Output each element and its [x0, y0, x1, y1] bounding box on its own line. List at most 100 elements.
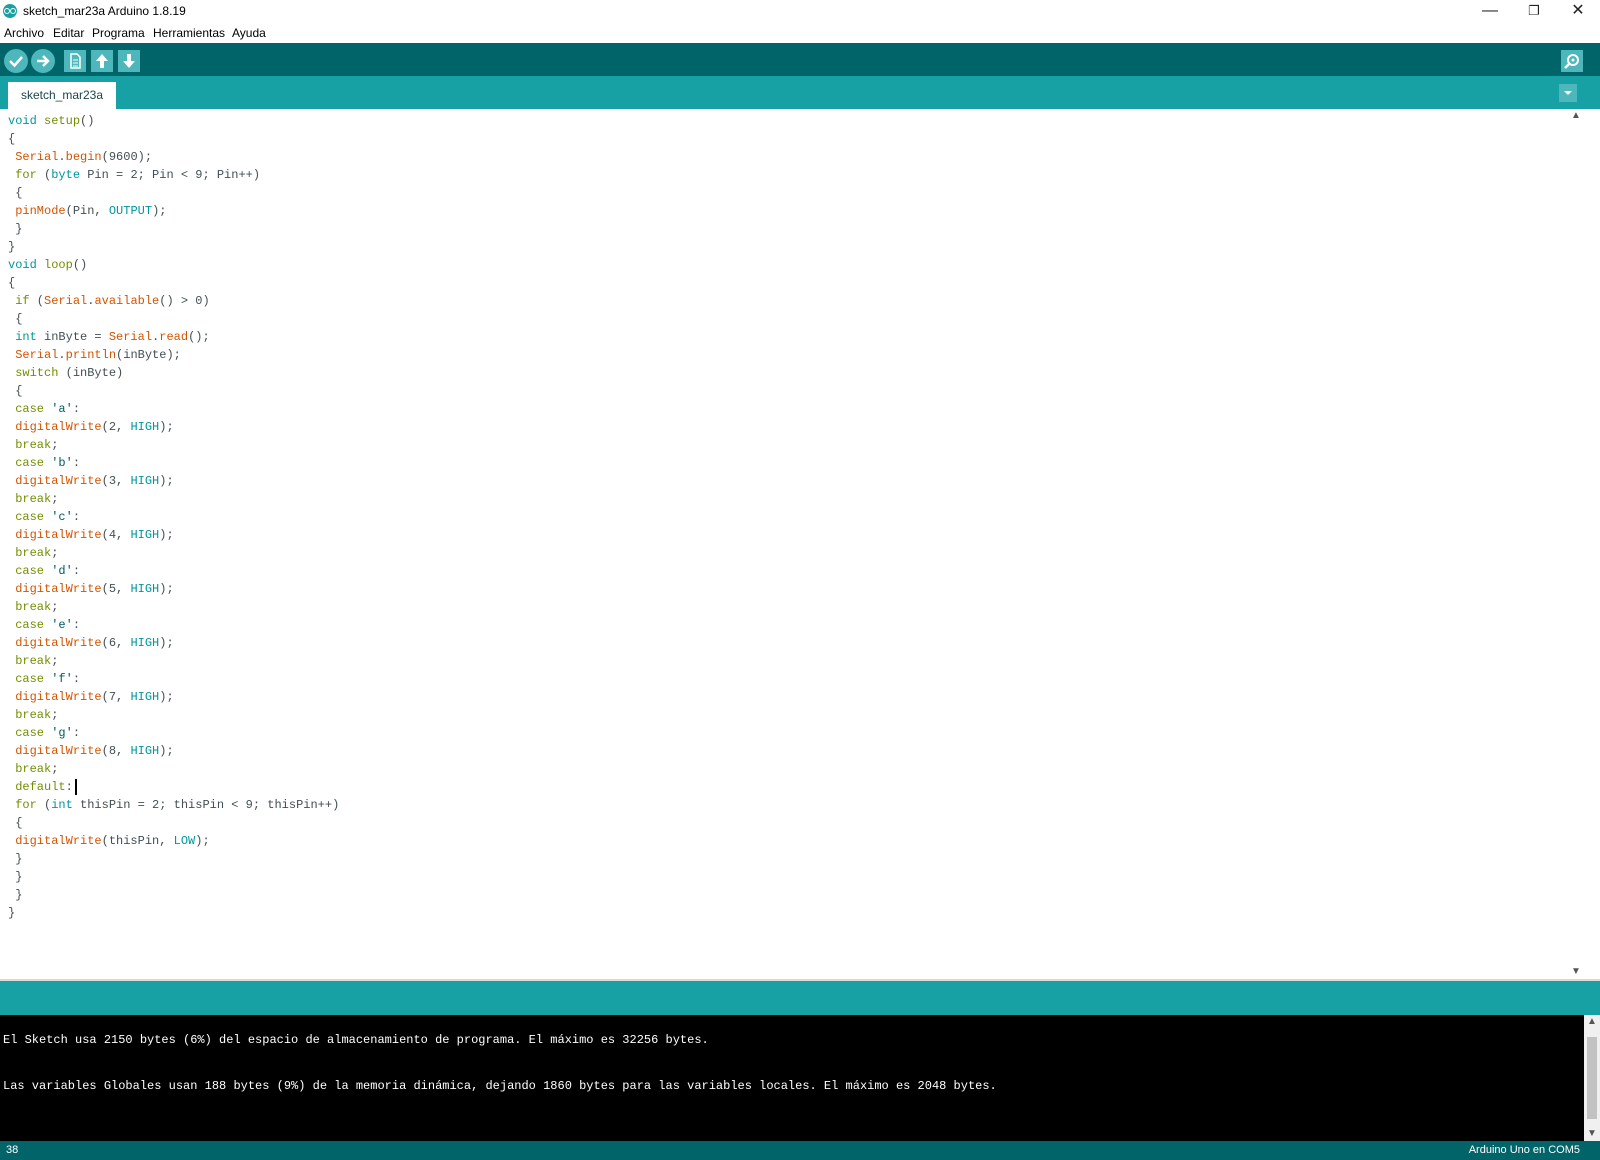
code-token: {: [8, 312, 23, 326]
code-line[interactable]: break;: [8, 652, 339, 670]
code-token: );: [152, 204, 167, 218]
code-line[interactable]: default:: [8, 778, 339, 796]
console-output: El Sketch usa 2150 bytes (6%) del espaci…: [0, 1015, 1584, 1141]
code-line[interactable]: Serial.println(inByte);: [8, 346, 339, 364]
code-line[interactable]: case 'e':: [8, 616, 339, 634]
minimize-button[interactable]: —: [1468, 0, 1512, 23]
code-token: }: [8, 240, 16, 254]
code-line[interactable]: Serial.begin(9600);: [8, 148, 339, 166]
code-line[interactable]: void setup(): [8, 112, 339, 130]
window-title: sketch_mar23a Arduino 1.8.19: [23, 4, 186, 18]
code-token: :: [65, 780, 73, 794]
code-line[interactable]: case 'f':: [8, 670, 339, 688]
code-line[interactable]: for (byte Pin = 2; Pin < 9; Pin++): [8, 166, 339, 184]
code-line[interactable]: digitalWrite(5, HIGH);: [8, 580, 339, 598]
code-line[interactable]: case 'd':: [8, 562, 339, 580]
code-line[interactable]: break;: [8, 706, 339, 724]
code-line[interactable]: }: [8, 220, 339, 238]
close-button[interactable]: ✕: [1556, 0, 1600, 23]
upload-button[interactable]: [31, 49, 55, 73]
code-line[interactable]: break;: [8, 544, 339, 562]
code-text[interactable]: void setup(){ Serial.begin(9600); for (b…: [8, 112, 339, 922]
code-token: 'f': [51, 672, 73, 686]
code-line[interactable]: {: [8, 130, 339, 148]
menu-ayuda[interactable]: Ayuda: [232, 26, 266, 40]
code-line[interactable]: void loop(): [8, 256, 339, 274]
code-line[interactable]: case 'a':: [8, 400, 339, 418]
code-token: (5,: [101, 582, 131, 596]
code-token: case: [15, 456, 45, 470]
code-token: Serial: [15, 348, 59, 362]
scroll-up-icon[interactable]: ▲: [1568, 109, 1584, 123]
code-token: break: [15, 546, 52, 560]
scroll-down-icon[interactable]: ▼: [1568, 965, 1584, 979]
code-line[interactable]: digitalWrite(7, HIGH);: [8, 688, 339, 706]
menu-herramientas[interactable]: Herramientas: [153, 26, 225, 40]
code-token: digitalWrite: [15, 528, 102, 542]
menu-programa[interactable]: Programa: [92, 26, 145, 40]
code-line[interactable]: digitalWrite(4, HIGH);: [8, 526, 339, 544]
code-token: begin: [65, 150, 102, 164]
code-line[interactable]: }: [8, 868, 339, 886]
code-line[interactable]: {: [8, 274, 339, 292]
code-token: (8,: [101, 744, 131, 758]
code-editor[interactable]: void setup(){ Serial.begin(9600); for (b…: [0, 109, 1584, 979]
code-line[interactable]: }: [8, 886, 339, 904]
code-token: );: [159, 690, 174, 704]
code-line[interactable]: int inByte = Serial.read();: [8, 328, 339, 346]
editor-scrollbar[interactable]: ▲ ▼: [1568, 109, 1584, 979]
code-token: .: [58, 348, 66, 362]
code-line[interactable]: for (int thisPin = 2; thisPin < 9; thisP…: [8, 796, 339, 814]
text-cursor: [74, 778, 77, 795]
line-number: 38: [6, 1144, 19, 1156]
code-line[interactable]: digitalWrite(3, HIGH);: [8, 472, 339, 490]
code-token: void: [8, 258, 37, 272]
code-line[interactable]: break;: [8, 598, 339, 616]
code-line[interactable]: {: [8, 310, 339, 328]
menu-archivo[interactable]: Archivo: [4, 26, 44, 40]
code-line[interactable]: digitalWrite(2, HIGH);: [8, 418, 339, 436]
code-token: );: [195, 834, 210, 848]
console-scrollbar[interactable]: ▲ ▼: [1584, 1015, 1600, 1141]
code-line[interactable]: digitalWrite(6, HIGH);: [8, 634, 339, 652]
scroll-up-icon[interactable]: ▲: [1584, 1015, 1600, 1029]
open-button[interactable]: [91, 50, 113, 72]
code-line[interactable]: {: [8, 814, 339, 832]
code-line[interactable]: }: [8, 238, 339, 256]
scroll-down-icon[interactable]: ▼: [1584, 1127, 1600, 1141]
code-line[interactable]: {: [8, 184, 339, 202]
console-scroll-thumb[interactable]: [1587, 1037, 1597, 1119]
code-token: (inByte): [58, 366, 124, 380]
open-icon: [96, 54, 108, 68]
code-line[interactable]: {: [8, 382, 339, 400]
code-line[interactable]: break;: [8, 436, 339, 454]
code-line[interactable]: break;: [8, 490, 339, 508]
code-token: Serial: [44, 294, 88, 308]
code-token: ;: [51, 708, 59, 722]
save-button[interactable]: [118, 50, 140, 72]
code-line[interactable]: }: [8, 904, 339, 922]
code-line[interactable]: case 'g':: [8, 724, 339, 742]
menu-editar[interactable]: Editar: [53, 26, 84, 40]
code-line[interactable]: switch (inByte): [8, 364, 339, 382]
code-line[interactable]: case 'b':: [8, 454, 339, 472]
code-token: ;: [51, 600, 59, 614]
tab-menu-button[interactable]: [1559, 84, 1577, 102]
code-token: {: [8, 384, 23, 398]
code-line[interactable]: break;: [8, 760, 339, 778]
code-token: }: [8, 888, 23, 902]
code-line[interactable]: pinMode(Pin, OUTPUT);: [8, 202, 339, 220]
maximize-button[interactable]: ❐: [1512, 0, 1556, 23]
new-sketch-button[interactable]: [64, 50, 86, 72]
verify-button[interactable]: [4, 49, 28, 73]
serial-monitor-button[interactable]: [1561, 50, 1583, 72]
code-line[interactable]: digitalWrite(8, HIGH);: [8, 742, 339, 760]
code-line[interactable]: digitalWrite(thisPin, LOW);: [8, 832, 339, 850]
code-token: default: [15, 780, 66, 794]
code-token: case: [15, 726, 45, 740]
code-token: 'g': [51, 726, 73, 740]
code-line[interactable]: if (Serial.available() > 0): [8, 292, 339, 310]
code-line[interactable]: }: [8, 850, 339, 868]
tab-sketch[interactable]: sketch_mar23a: [8, 82, 116, 109]
code-line[interactable]: case 'c':: [8, 508, 339, 526]
